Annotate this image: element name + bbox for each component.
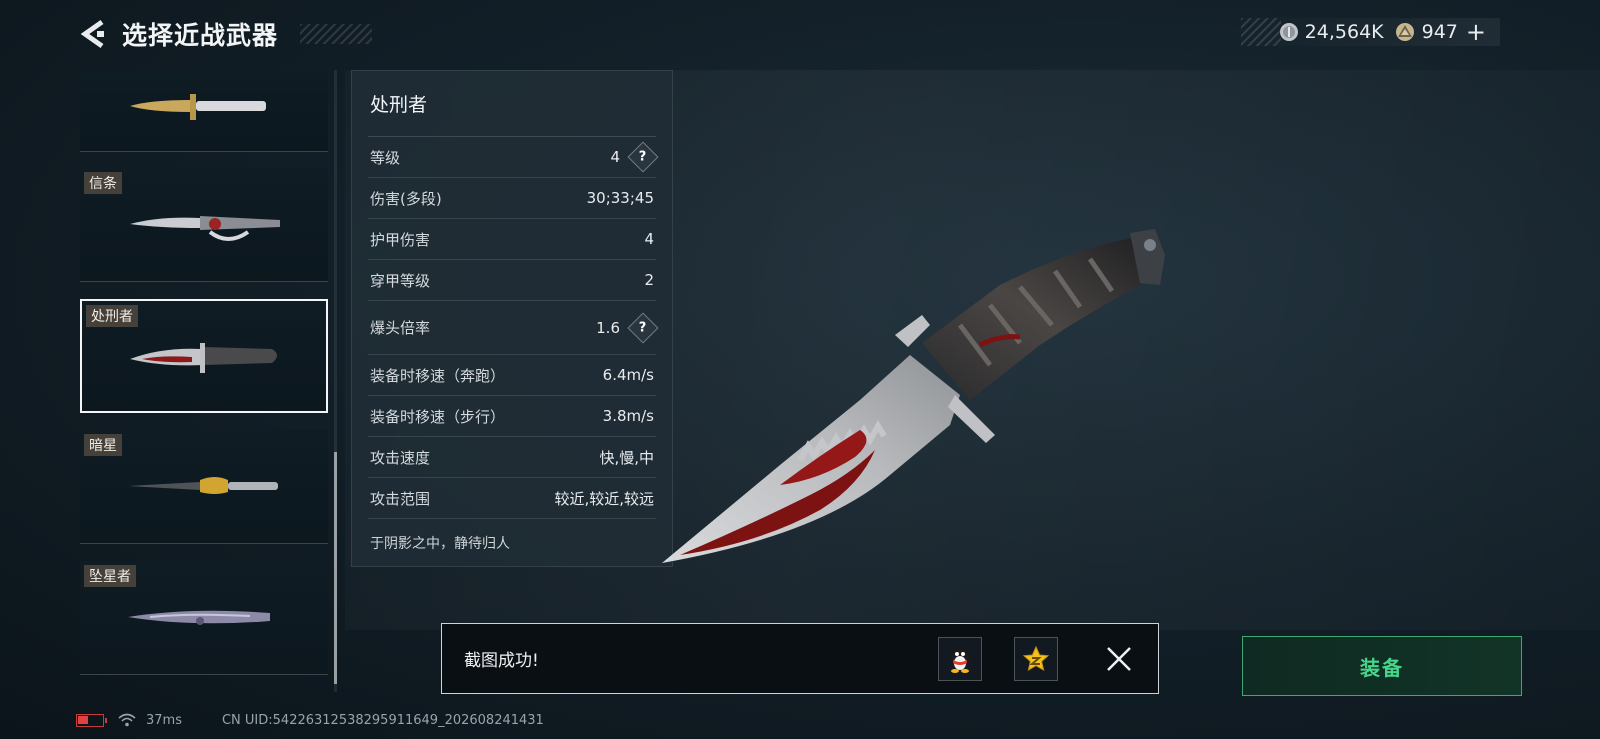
silver-amount: 24,564K [1304, 21, 1384, 43]
executioner-knife-icon [130, 343, 277, 373]
weapon-card[interactable]: 信条 [80, 168, 328, 282]
page-title: 选择近战武器 [122, 21, 279, 50]
help-icon: ? [639, 149, 647, 165]
stat-value: 1.6 ? [596, 311, 659, 344]
stat-row-penetration: 穿甲等级 2 [368, 260, 656, 301]
weapon-stats-panel: 处刑者 等级 4 ? 伤害(多段) 30;33;45 护甲伤害 4 穿甲等级 2… [351, 70, 673, 567]
weapon-card[interactable] [80, 70, 328, 152]
close-icon [1107, 646, 1131, 671]
stat-row-attack-range: 攻击范围 较近,较近,较远 [368, 478, 656, 519]
equip-button[interactable]: 装备 [1242, 636, 1522, 696]
stat-row-damage: 伤害(多段) 30;33;45 [368, 178, 656, 219]
stat-label: 装备时移速（奔跑） [370, 366, 506, 385]
level-help-button[interactable]: ? [627, 141, 659, 173]
stat-value-text: 4 [610, 148, 620, 166]
status-bar: 37ms CN UID:54226312538295911649_2026082… [76, 710, 544, 730]
share-qzone-button[interactable] [1014, 636, 1058, 681]
qq-penguin-icon [951, 648, 969, 673]
title-decoration [300, 24, 372, 44]
stat-row-walk-speed: 装备时移速（步行） 3.8m/s [368, 396, 656, 437]
currency-silver: 24,564K [1279, 21, 1384, 43]
weapon-flavor-text: 于阴影之中，静待归人 [370, 536, 510, 552]
stat-label: 护甲伤害 [370, 230, 431, 249]
weapon-name-tag: 坠星者 [84, 565, 136, 587]
ping-value: 37ms [146, 712, 182, 728]
stat-value: 4 [644, 230, 654, 248]
bayonet-knife-icon [130, 94, 266, 120]
creed-knife-icon [130, 216, 280, 241]
weapon-list: 信条 处刑者 暗星 坠星者 [80, 70, 328, 692]
stat-value: 4 ? [610, 141, 659, 173]
star-fall-knife-icon [128, 610, 270, 625]
stat-label: 穿甲等级 [370, 271, 431, 290]
stat-row-run-speed: 装备时移速（奔跑） 6.4m/s [368, 355, 656, 396]
triangle-coin-icon [1395, 23, 1414, 41]
headshot-help-button[interactable]: ? [627, 311, 659, 344]
list-scrollbar-thumb[interactable] [334, 452, 337, 684]
stat-label: 装备时移速（步行） [370, 407, 506, 426]
stat-value: 快,慢,中 [599, 448, 654, 467]
weapon-name-tag: 信条 [84, 172, 122, 194]
back-arrow-icon [80, 19, 104, 49]
currency-decoration [1240, 18, 1281, 46]
currency-bar: 24,564K 947 + [1240, 18, 1500, 46]
screenshot-toast: 截图成功! [441, 623, 1159, 694]
dark-star-knife-icon [128, 477, 278, 494]
executioner-knife-render [662, 229, 1165, 563]
stat-value: 30;33;45 [586, 189, 654, 207]
gold-amount: 947 [1421, 21, 1458, 43]
wifi-icon [118, 713, 136, 727]
user-uid: CN UID:54226312538295911649_202608241431 [221, 712, 544, 728]
weapon-name-tag: 处刑者 [86, 305, 138, 327]
stat-row-headshot: 爆头倍率 1.6 ? [368, 301, 659, 355]
share-qq-button[interactable] [938, 636, 982, 681]
battery-icon [76, 713, 107, 727]
stat-value: 2 [644, 271, 654, 289]
stat-value: 6.4m/s [602, 366, 654, 384]
weapon-card-selected[interactable]: 处刑者 [80, 299, 328, 413]
stat-row-level: 等级 4 ? [368, 137, 659, 178]
weapon-name-tag: 暗星 [84, 434, 122, 456]
stat-label: 攻击速度 [370, 448, 431, 467]
stat-label: 等级 [370, 148, 401, 167]
toast-message: 截图成功! [464, 651, 539, 671]
help-icon: ? [639, 319, 647, 335]
qzone-star-icon [1022, 645, 1050, 671]
stat-value: 较近,较近,较远 [554, 489, 654, 508]
stat-value-text: 1.6 [596, 318, 620, 337]
stat-label: 攻击范围 [370, 489, 431, 508]
back-button[interactable] [76, 16, 110, 52]
stat-label: 伤害(多段) [370, 189, 442, 208]
stat-value: 3.8m/s [602, 407, 654, 425]
currency-gold: 947 + [1394, 18, 1486, 46]
silver-coin-icon [1279, 23, 1298, 41]
toast-close-button[interactable] [1104, 644, 1134, 674]
page-header: 选择近战武器 [76, 16, 278, 52]
weapon-card[interactable]: 暗星 [80, 430, 328, 544]
weapon-name: 处刑者 [368, 71, 656, 137]
stat-row-armor-damage: 护甲伤害 4 [368, 219, 656, 260]
weapon-card[interactable]: 坠星者 [80, 561, 328, 675]
add-currency-button[interactable]: + [1466, 18, 1486, 46]
stat-label: 爆头倍率 [370, 319, 431, 337]
stat-row-attack-speed: 攻击速度 快,慢,中 [368, 437, 656, 478]
